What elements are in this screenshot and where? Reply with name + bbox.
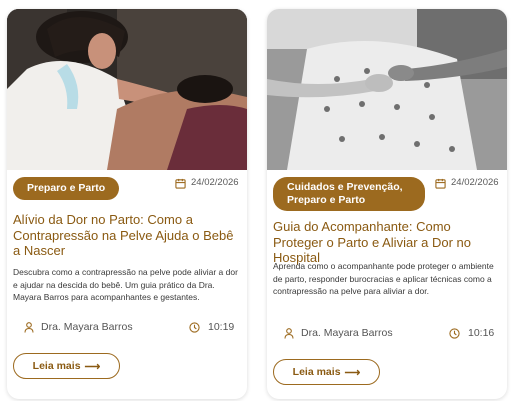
read-time: 10:19 <box>208 321 235 333</box>
calendar-icon <box>175 178 186 189</box>
post-date: 24/02/2026 <box>435 177 505 207</box>
date-text: 24/02/2026 <box>451 177 499 188</box>
post-image-illustration <box>7 9 247 170</box>
card-footer: Dra. Mayara Barros 10:19 <box>21 321 237 335</box>
calendar-icon <box>435 178 446 189</box>
user-icon <box>284 328 294 339</box>
post-image-illustration <box>267 9 507 170</box>
blog-card[interactable]: Preparo e Parto 24/02/2026 Alívio da Dor… <box>7 9 247 399</box>
read-more-button[interactable]: Leia mais ⟶ <box>273 359 380 385</box>
category-badge[interactable]: Cuidados e Prevenção, Preparo e Parto <box>273 177 425 211</box>
read-time: 10:16 <box>468 327 495 339</box>
card-footer: Dra. Mayara Barros 10:16 <box>281 327 497 341</box>
read-more-button[interactable]: Leia mais ⟶ <box>13 353 120 379</box>
arrow-right-icon: ⟶ <box>344 366 361 379</box>
author-name: Dra. Mayara Barros <box>41 321 133 333</box>
read-more-label: Leia mais <box>32 360 81 372</box>
user-icon <box>24 322 34 333</box>
arrow-right-icon: ⟶ <box>84 360 101 373</box>
card-meta: Cuidados e Prevenção, Preparo e Parto 24… <box>273 177 501 211</box>
clock-icon <box>449 328 460 339</box>
post-description: Aprenda como o acompanhante pode protege… <box>273 261 494 296</box>
post-title[interactable]: Guia do Acompanhante: Como Proteger o Pa… <box>273 219 501 266</box>
clock-icon <box>189 322 200 333</box>
blog-card[interactable]: Cuidados e Prevenção, Preparo e Parto 24… <box>267 9 507 399</box>
author-name: Dra. Mayara Barros <box>301 327 393 339</box>
read-more-label: Leia mais <box>292 366 341 378</box>
post-image[interactable] <box>7 9 247 170</box>
date-text: 24/02/2026 <box>191 177 239 188</box>
post-image[interactable] <box>267 9 507 170</box>
category-badge[interactable]: Preparo e Parto <box>13 177 120 200</box>
post-description: Descubra como a contrapressão na pelve p… <box>13 267 238 302</box>
post-title[interactable]: Alívio da Dor no Parto: Como a Contrapre… <box>13 212 241 259</box>
card-meta: Preparo e Parto 24/02/2026 <box>13 177 241 201</box>
post-date: 24/02/2026 <box>175 177 245 207</box>
